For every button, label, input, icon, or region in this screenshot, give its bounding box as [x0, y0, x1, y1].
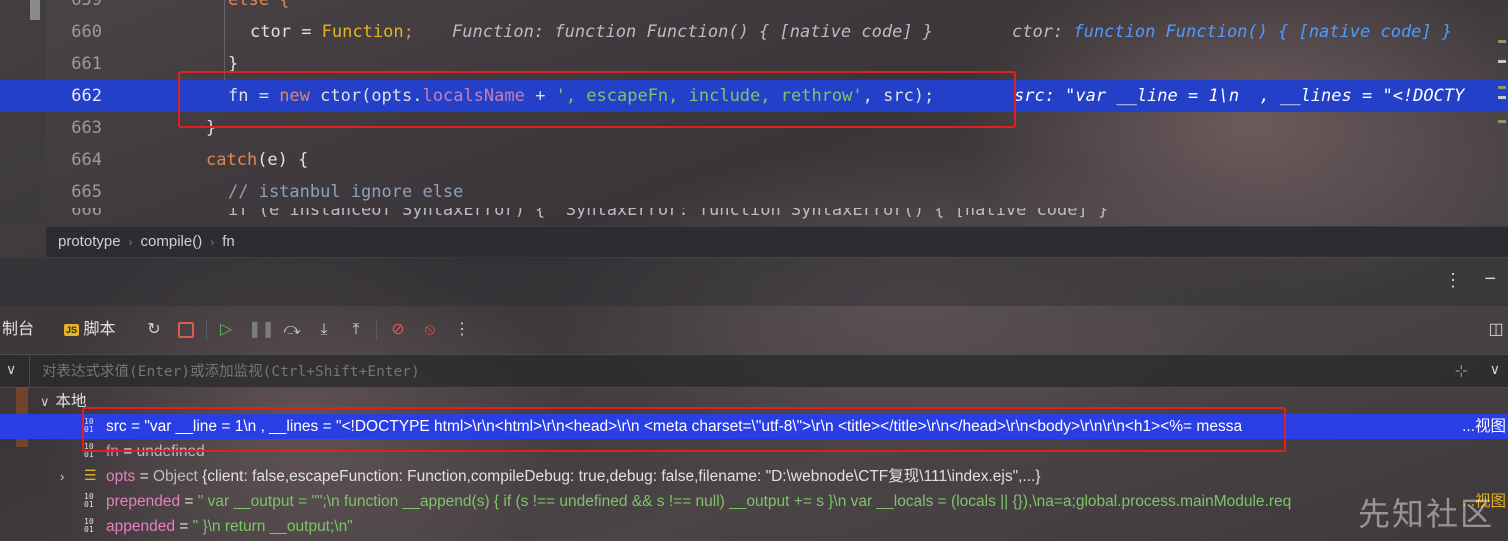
tab-script[interactable]: JS 脚本 — [64, 312, 115, 348]
variable-row-prepended[interactable]: 10 01 prepended = " var __output = "";\n … — [0, 489, 1508, 514]
evaluate-expression-bar: ∨ ⊹ ∨ — [0, 354, 1508, 388]
breadcrumb-item-compile[interactable]: compile() — [141, 227, 203, 257]
variable-row-opts[interactable]: › ☰ opts = Object {client: false,escapeF… — [0, 464, 1508, 489]
code-line-666[interactable]: 666 if (e instanceof SyntaxError) { Synt… — [0, 208, 1508, 226]
code-text: if (e instanceof SyntaxError) { SyntaxEr… — [228, 208, 1109, 220]
code-text: catch(e) { — [206, 150, 309, 170]
evaluate-expression-input[interactable] — [40, 360, 1424, 384]
chevron-down-icon[interactable]: ∨ — [40, 394, 50, 409]
line-number: 660 — [71, 22, 102, 42]
variables-pane: ∨ 本地 10 01 src = "var __line = 1\n , __lin… — [0, 387, 1508, 541]
watermark-logo: 先知社区 — [1357, 495, 1494, 533]
code-line-661[interactable]: 661 } — [0, 48, 1508, 80]
object-type-icon: ☰ — [84, 468, 97, 484]
line-number: 659 — [71, 0, 102, 10]
line-number: 663 — [71, 118, 102, 138]
code-text: } — [228, 54, 239, 74]
variable-row-fn[interactable]: 10 01 fn = undefined — [0, 439, 1508, 464]
more-options-icon[interactable]: ⋮ — [1444, 270, 1462, 291]
chevron-right-icon: › — [210, 235, 215, 249]
chevron-right-icon[interactable]: › — [60, 464, 64, 489]
code-line-659[interactable]: 659 else { — [0, 0, 1508, 16]
code-line-663[interactable]: 663 } — [0, 112, 1508, 144]
tab-console[interactable]: 制台 — [2, 312, 34, 348]
code-line-660[interactable]: 660 ctor = Function; Function: function … — [0, 16, 1508, 48]
resume-icon[interactable]: ▷ — [216, 320, 236, 340]
primitive-type-icon: 10 01 — [84, 442, 94, 459]
layout-icon[interactable]: ◫ — [1486, 320, 1506, 340]
tab-script-label: 脚本 — [83, 321, 116, 338]
view-breakpoints-icon[interactable]: ⊘ — [388, 320, 408, 340]
view-link[interactable]: ...视图 — [1462, 414, 1506, 439]
step-out-icon[interactable]: ⤒ — [346, 320, 366, 340]
pause-icon[interactable]: ❚❚ — [248, 320, 275, 340]
stop-icon[interactable] — [176, 320, 196, 340]
primitive-type-icon: 10 01 — [84, 492, 94, 509]
primitive-type-icon: 10 01 — [84, 517, 94, 534]
code-line-665[interactable]: 665 // istanbul ignore else — [0, 176, 1508, 208]
chevron-right-icon: › — [128, 235, 133, 249]
line-number: 662 — [71, 86, 102, 106]
inline-value-hint: Function: function Function() { [native … — [452, 22, 934, 42]
expand-icon[interactable]: ∨ — [1490, 361, 1500, 378]
inline-value-hint: src: "var __line = 1\n , __lines = "<!DO… — [1014, 86, 1465, 106]
scope-label: 本地 — [55, 393, 87, 410]
rerun-icon[interactable]: ↻ — [144, 320, 164, 340]
code-line-662-current[interactable]: 662 fn = new ctor(opts.localsName + ', e… — [0, 80, 1508, 112]
code-text: } — [206, 118, 217, 138]
primitive-type-icon: 10 01 — [84, 417, 94, 434]
step-into-icon[interactable]: ⤓ — [314, 320, 334, 340]
js-file-icon: JS — [64, 323, 80, 336]
code-text: // istanbul ignore else — [228, 182, 464, 202]
minimize-icon[interactable]: − — [1484, 268, 1496, 291]
line-number: 665 — [71, 182, 102, 202]
more-actions-icon[interactable]: ⋮ — [452, 320, 472, 340]
mute-breakpoints-icon[interactable]: ⦸ — [420, 320, 440, 340]
editor-scroll-markers[interactable] — [1494, 0, 1508, 130]
variable-row-src[interactable]: 10 01 src = "var __line = 1\n , __lines =… — [0, 414, 1508, 439]
breadcrumb: prototype › compile() › fn — [46, 226, 1508, 257]
code-text: fn = new ctor(opts.localsName + ', escap… — [228, 86, 935, 106]
debug-toolbar: 制台 JS 脚本 ↻ ▷ ❚❚ ⤼ ⤓ ⤒ ⊘ ⦸ ⋮ ◫ — [0, 312, 1508, 348]
chevron-down-icon[interactable]: ∨ — [6, 361, 16, 378]
code-editor[interactable]: 659 else { 660 ctor = Function; Function… — [0, 0, 1508, 226]
indent-guide — [224, 0, 225, 80]
line-number: 664 — [71, 150, 102, 170]
step-over-icon[interactable]: ⤼ — [282, 320, 302, 340]
code-line-664[interactable]: 664 catch(e) { — [0, 144, 1508, 176]
breadcrumb-item-prototype[interactable]: prototype — [58, 227, 121, 257]
add-watch-icon[interactable]: ⊹ — [1455, 361, 1468, 381]
code-text: ctor = Function; — [250, 22, 414, 42]
variable-row-appended[interactable]: 10 01 appended = " }\n return __output;\n… — [0, 514, 1508, 539]
code-text: else { — [228, 0, 290, 10]
breadcrumb-item-fn[interactable]: fn — [222, 227, 235, 257]
debug-panel-header: ⋮ − — [0, 258, 1508, 306]
inline-value-hint: ctor: function Function() { [native code… — [1012, 22, 1453, 42]
line-number: 661 — [71, 54, 102, 74]
scope-local[interactable]: ∨ 本地 — [40, 389, 87, 414]
line-number: 666 — [71, 208, 102, 220]
